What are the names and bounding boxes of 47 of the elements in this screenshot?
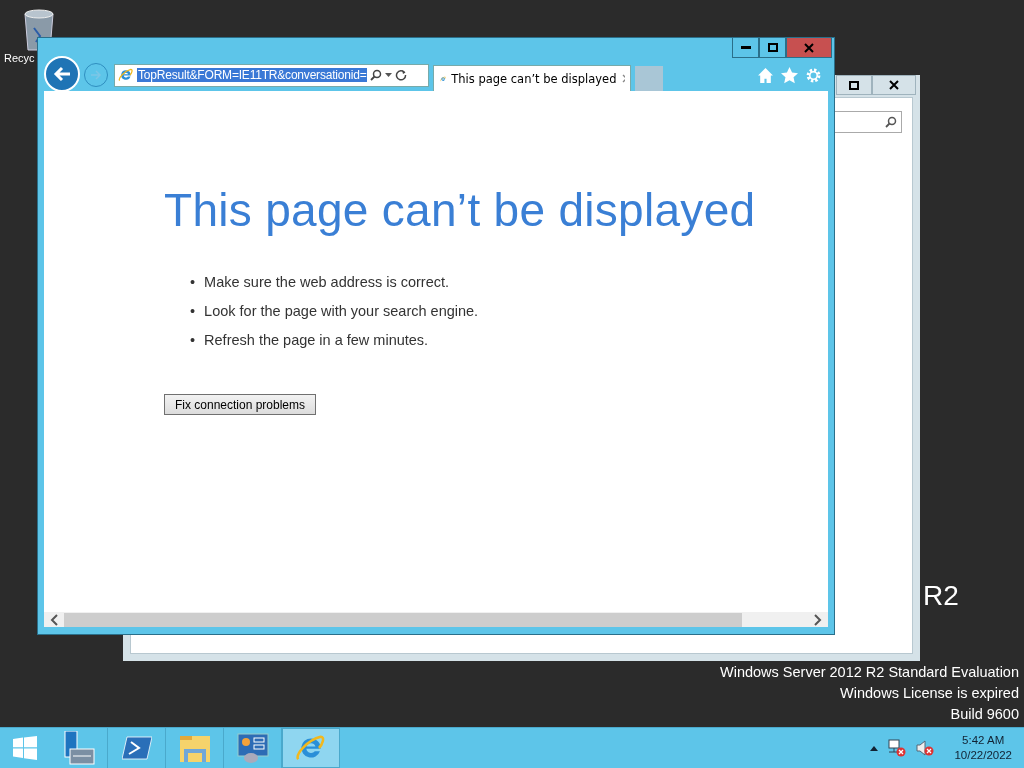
refresh-icon[interactable] xyxy=(395,69,408,81)
powershell-icon[interactable] xyxy=(121,736,152,760)
time-text: 5:42 AM xyxy=(962,733,1005,748)
caret-up-icon[interactable] xyxy=(870,745,879,751)
suggestion-item: Refresh the page in a few minutes. xyxy=(204,331,429,350)
maximize-icon xyxy=(767,43,778,52)
maximize-button[interactable] xyxy=(836,75,872,95)
windows-start-icon[interactable] xyxy=(13,736,37,760)
maximize-icon xyxy=(849,80,859,90)
close-button[interactable] xyxy=(872,75,916,95)
network-error-icon[interactable] xyxy=(888,739,907,757)
license-text: Windows License is expired xyxy=(840,684,1019,703)
address-text: TopResult&FORM=IE11TR&conversationid= xyxy=(137,68,368,82)
recycle-bin-label[interactable]: Recyc xyxy=(4,52,35,64)
clock[interactable]: 5:42 AM 10/22/2022 xyxy=(954,733,1012,763)
server-toolbox-icon[interactable] xyxy=(61,731,96,765)
suggestion-item: Make sure the web address is correct. xyxy=(204,273,450,292)
star-icon[interactable] xyxy=(781,66,798,84)
minimize-icon xyxy=(740,45,751,50)
fix-connection-button[interactable]: Fix connection problems xyxy=(164,394,316,415)
search-icon xyxy=(885,116,897,128)
right-arrow-icon xyxy=(90,70,102,80)
caret-icon[interactable] xyxy=(385,73,393,77)
browser-logo-icon xyxy=(118,67,134,83)
edition-text: Windows Server 2012 R2 Standard Evaluation xyxy=(719,663,1019,682)
close-icon xyxy=(889,80,899,90)
control-panel-icon[interactable] xyxy=(236,733,269,763)
suggestion-item: Look for the page with your search engine. xyxy=(204,302,479,321)
build-text: Build 9600 xyxy=(950,705,1019,724)
address-field[interactable]: TopResult&FORM=IE11TR&conversationid= xyxy=(114,63,429,87)
date-text: 10/22/2022 xyxy=(954,748,1012,763)
bullet-mark: • xyxy=(190,331,196,350)
left-arrow-icon xyxy=(53,66,71,82)
bullet-mark: • xyxy=(190,273,196,292)
speaker-muted-icon[interactable] xyxy=(916,739,935,757)
search-icon[interactable] xyxy=(370,69,383,81)
error-heading: This page can’t be displayed xyxy=(164,183,757,237)
close-icon xyxy=(804,42,814,53)
browser-tab[interactable]: This page can’t be displayed xyxy=(433,65,631,91)
watermark-text: R2 xyxy=(923,580,959,612)
right-chevron-icon[interactable] xyxy=(814,613,822,626)
back-button[interactable] xyxy=(44,56,80,92)
maximize-button[interactable] xyxy=(759,38,786,58)
minimize-button[interactable] xyxy=(732,38,759,58)
bullet-mark: • xyxy=(190,302,196,321)
horizontal-scrollbar[interactable] xyxy=(44,612,828,627)
left-chevron-icon[interactable] xyxy=(50,613,58,626)
